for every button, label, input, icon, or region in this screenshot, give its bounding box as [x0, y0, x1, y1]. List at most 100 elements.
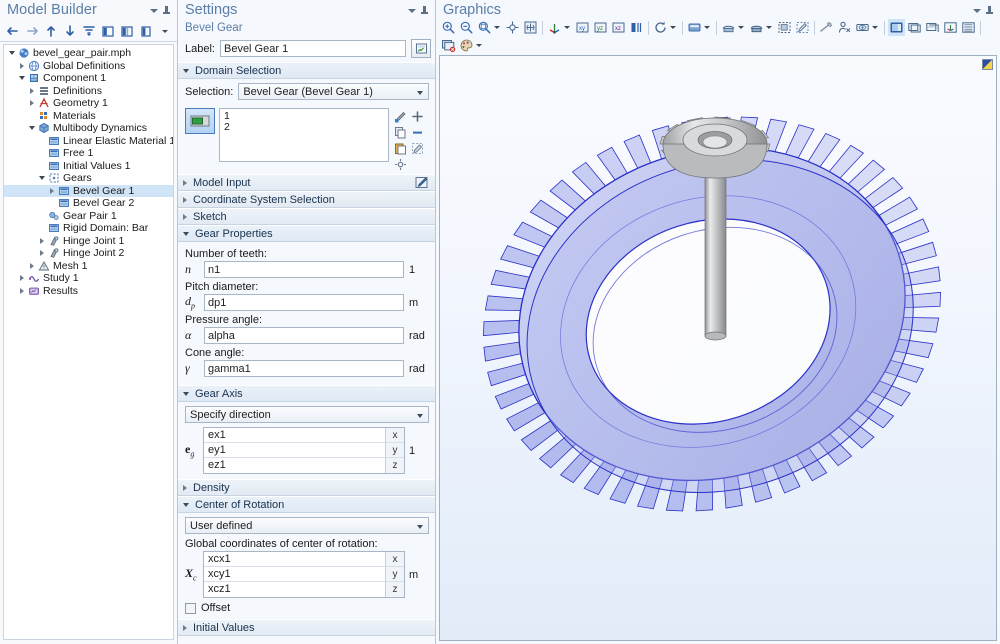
section-header-density[interactable]: Density: [178, 479, 435, 496]
flip-view-button[interactable]: [628, 19, 645, 36]
tree-node-component-1[interactable]: Component 1: [4, 72, 173, 85]
tree-node-materials[interactable]: Materials: [4, 110, 173, 123]
chevron-right-icon[interactable]: [46, 187, 57, 194]
section-header-initial-values[interactable]: Initial Values: [178, 619, 435, 636]
gear-axis-grid[interactable]: ex1 x ey1 y ez1 z: [203, 427, 405, 474]
paste-selection-icon[interactable]: [393, 141, 408, 155]
tree-node-multibody-dynamics[interactable]: Multibody Dynamics: [4, 122, 173, 135]
show-axis-button[interactable]: [942, 19, 959, 36]
tree-node-definitions[interactable]: Definitions: [4, 85, 173, 98]
gear-axis-mode-dropdown[interactable]: Specify direction: [185, 406, 429, 423]
tree-node-global-definitions[interactable]: Global Definitions: [4, 60, 173, 73]
chevron-right-icon[interactable]: [16, 62, 27, 69]
arrow-right-icon[interactable]: [23, 23, 40, 40]
select-lasso-button[interactable]: [748, 19, 765, 36]
tree-node-study-1[interactable]: Study 1: [4, 272, 173, 285]
chevron-down-icon[interactable]: [494, 26, 500, 29]
graphics-canvas[interactable]: [439, 55, 997, 641]
zoom-out-button[interactable]: [458, 19, 475, 36]
deselect-button[interactable]: [794, 19, 811, 36]
center-of-rotation-grid[interactable]: xcx1 x xcy1 y xcz1 z: [203, 551, 405, 598]
edit-model-input-icon[interactable]: [415, 176, 428, 189]
clear-selection-icon[interactable]: [410, 141, 425, 155]
field-input[interactable]: [204, 261, 404, 278]
checkbox-icon[interactable]: [185, 602, 196, 614]
vector-input[interactable]: xcy1: [204, 567, 385, 581]
chevron-down-icon[interactable]: [26, 126, 37, 131]
arrow-up-icon[interactable]: [42, 23, 59, 40]
collapse-icon[interactable]: [80, 23, 97, 40]
rename-icon[interactable]: [411, 39, 431, 58]
chevron-right-icon[interactable]: [26, 87, 37, 94]
panel-icon[interactable]: [137, 23, 154, 40]
select-box-button[interactable]: [720, 19, 737, 36]
pin-icon[interactable]: [163, 6, 170, 15]
section-header-coordinate-system-selection[interactable]: Coordinate System Selection: [178, 191, 435, 208]
tree-node-hinge-joint-1[interactable]: Hinge Joint 1: [4, 235, 173, 248]
selection-dropdown[interactable]: Bevel Gear (Bevel Gear 1): [238, 83, 429, 100]
zoom-to-selection-button[interactable]: [504, 19, 521, 36]
chevron-down-icon[interactable]: [738, 26, 744, 29]
section-header-gear-axis[interactable]: Gear Axis: [178, 385, 435, 402]
pin-icon[interactable]: [986, 6, 993, 15]
field-input[interactable]: [204, 327, 404, 344]
section-header-center-of-rotation[interactable]: Center of Rotation: [178, 496, 435, 513]
settings-pane-controls[interactable]: [408, 2, 431, 15]
tree-node-geometry-1[interactable]: Geometry 1: [4, 97, 173, 110]
hide-selected-button[interactable]: [836, 19, 853, 36]
vector-input[interactable]: xcz1: [204, 582, 385, 597]
section-header-gear-properties[interactable]: Gear Properties: [178, 225, 435, 242]
chevron-right-icon[interactable]: [26, 262, 37, 269]
add-to-selection-icon[interactable]: [410, 109, 425, 123]
tree-node-bevel-gear-2[interactable]: Bevel Gear 2: [4, 197, 173, 210]
tree-node-results[interactable]: Results: [4, 285, 173, 298]
transparency-button[interactable]: [888, 19, 905, 36]
center-of-rotation-mode-dropdown[interactable]: User defined: [185, 517, 429, 534]
chevron-right-icon[interactable]: [36, 237, 47, 244]
select-rectangle-button[interactable]: [776, 19, 793, 36]
offset-checkbox-row[interactable]: Offset: [185, 602, 429, 614]
zoom-in-button[interactable]: [440, 19, 457, 36]
label-input[interactable]: [219, 40, 406, 57]
chevron-down-icon[interactable]: [150, 8, 158, 13]
rotate-button[interactable]: [652, 19, 669, 36]
vector-input[interactable]: ez1: [204, 458, 385, 473]
section-header-model-input[interactable]: Model Input: [178, 174, 435, 191]
tree-node-rigid-domain-bar[interactable]: Rigid Domain: Bar: [4, 222, 173, 235]
vector-input[interactable]: ex1: [204, 428, 385, 442]
section-header-domain-selection[interactable]: Domain Selection: [178, 62, 435, 79]
chevron-down-icon[interactable]: [564, 26, 570, 29]
chevron-down-icon[interactable]: [476, 44, 482, 47]
field-input[interactable]: [204, 294, 404, 311]
entity-list[interactable]: 12: [219, 108, 389, 162]
scene-light-button[interactable]: [686, 19, 703, 36]
view-hidden-button[interactable]: [854, 19, 871, 36]
chevron-down-icon[interactable]: [766, 26, 772, 29]
chevron-right-icon[interactable]: [26, 100, 37, 107]
go-to-default-view-button[interactable]: [546, 19, 563, 36]
active-selection-toggle[interactable]: [185, 108, 215, 134]
entity-list-item[interactable]: 1: [224, 111, 384, 122]
hide-button[interactable]: [818, 19, 835, 36]
chevron-down-icon[interactable]: [6, 51, 17, 56]
tree-node-linear-elastic-material-1[interactable]: Linear Elastic Material 1: [4, 135, 173, 148]
chevron-down-icon[interactable]: [670, 26, 676, 29]
chevron-right-icon[interactable]: [36, 250, 47, 257]
tree-node-bevel-gear-1[interactable]: Bevel Gear 1: [4, 184, 173, 197]
show-legend-button[interactable]: [960, 19, 977, 36]
zoom-to-selection-icon[interactable]: [393, 157, 408, 171]
copy-selection-icon[interactable]: [393, 125, 408, 139]
chevron-down-icon[interactable]: [408, 8, 416, 13]
chevron-down-icon[interactable]: [36, 176, 47, 181]
field-input[interactable]: [204, 360, 404, 377]
go-to-xz-view-button[interactable]: xz: [610, 19, 627, 36]
vector-input[interactable]: xcx1: [204, 552, 385, 566]
chevron-down-icon[interactable]: [16, 76, 27, 81]
section-header-sketch[interactable]: Sketch: [178, 208, 435, 225]
tree-node-bevel-gear-pair-mph[interactable]: bevel_gear_pair.mph: [4, 47, 173, 60]
pin-icon[interactable]: [421, 6, 428, 15]
tree-node-initial-values-1[interactable]: Initial Values 1: [4, 160, 173, 173]
zoom-box-button[interactable]: [522, 19, 539, 36]
tree-node-gear-pair-1[interactable]: Gear Pair 1: [4, 210, 173, 223]
zoom-extents-button[interactable]: [476, 19, 493, 36]
